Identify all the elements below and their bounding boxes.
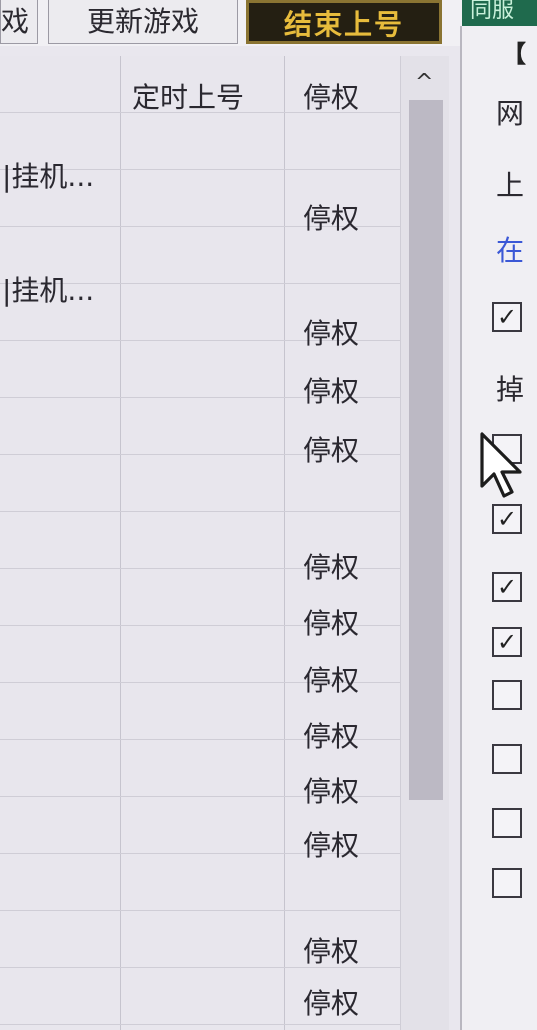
row-status[interactable]: 停权 [303,546,359,586]
scrollbar-thumb[interactable] [409,100,443,800]
drop-label: 掉 [496,373,525,406]
update-game-button[interactable]: 更新游戏 [48,0,238,44]
network-label: 网 [496,97,525,130]
green-tab[interactable]: 同服 [462,0,537,26]
panel-bracket: 【 [502,40,526,68]
row-status[interactable]: 停权 [303,312,359,352]
row-status[interactable]: 停权 [303,824,359,864]
option-checkbox[interactable]: ✓ [492,627,522,657]
vertical-scrollbar[interactable]: ^ [400,56,449,1030]
option-checkbox[interactable] [492,868,522,898]
option-checkbox[interactable]: ✓ [492,504,522,534]
option-checkbox[interactable]: ✓ [492,572,522,602]
row-status[interactable]: 停权 [303,982,359,1022]
row-status[interactable]: 停权 [303,429,359,469]
account-table: 定时上号 停权 |挂机... 停权 |挂机... 停权 停权 停权 停权 停权 … [0,56,400,1030]
column-header-status[interactable]: 停权 [303,76,359,116]
green-tab-label: 同服 [470,0,515,23]
toolbar: 戏 更新游戏 结束上号 同服 [0,0,537,46]
row-status[interactable]: 停权 [303,715,359,755]
row-status[interactable]: 停权 [303,197,359,237]
option-checkbox[interactable] [492,744,522,774]
row-name[interactable]: |挂机... [2,269,94,309]
login-label: 上 [496,169,525,202]
mouse-cursor-icon [480,432,522,498]
row-status[interactable]: 停权 [303,770,359,810]
option-checkbox[interactable] [492,680,522,710]
column-header-timed-login[interactable]: 定时上号 [132,76,244,116]
option-checkbox[interactable] [492,808,522,838]
row-status[interactable]: 停权 [303,659,359,699]
row-status[interactable]: 停权 [303,930,359,970]
row-status[interactable]: 停权 [303,602,359,642]
scroll-up-icon[interactable]: ^ [415,70,433,95]
end-login-button[interactable]: 结束上号 [246,0,442,44]
toolbar-button-partial[interactable]: 戏 [0,0,38,44]
online-link[interactable]: 在 [496,229,524,269]
row-status[interactable]: 停权 [303,370,359,410]
settings-panel: 【 网 上 在 ✓ 掉 ✓ ✓ ✓ [460,26,537,1030]
option-checkbox[interactable]: ✓ [492,302,522,332]
row-name[interactable]: |挂机... [2,155,94,195]
